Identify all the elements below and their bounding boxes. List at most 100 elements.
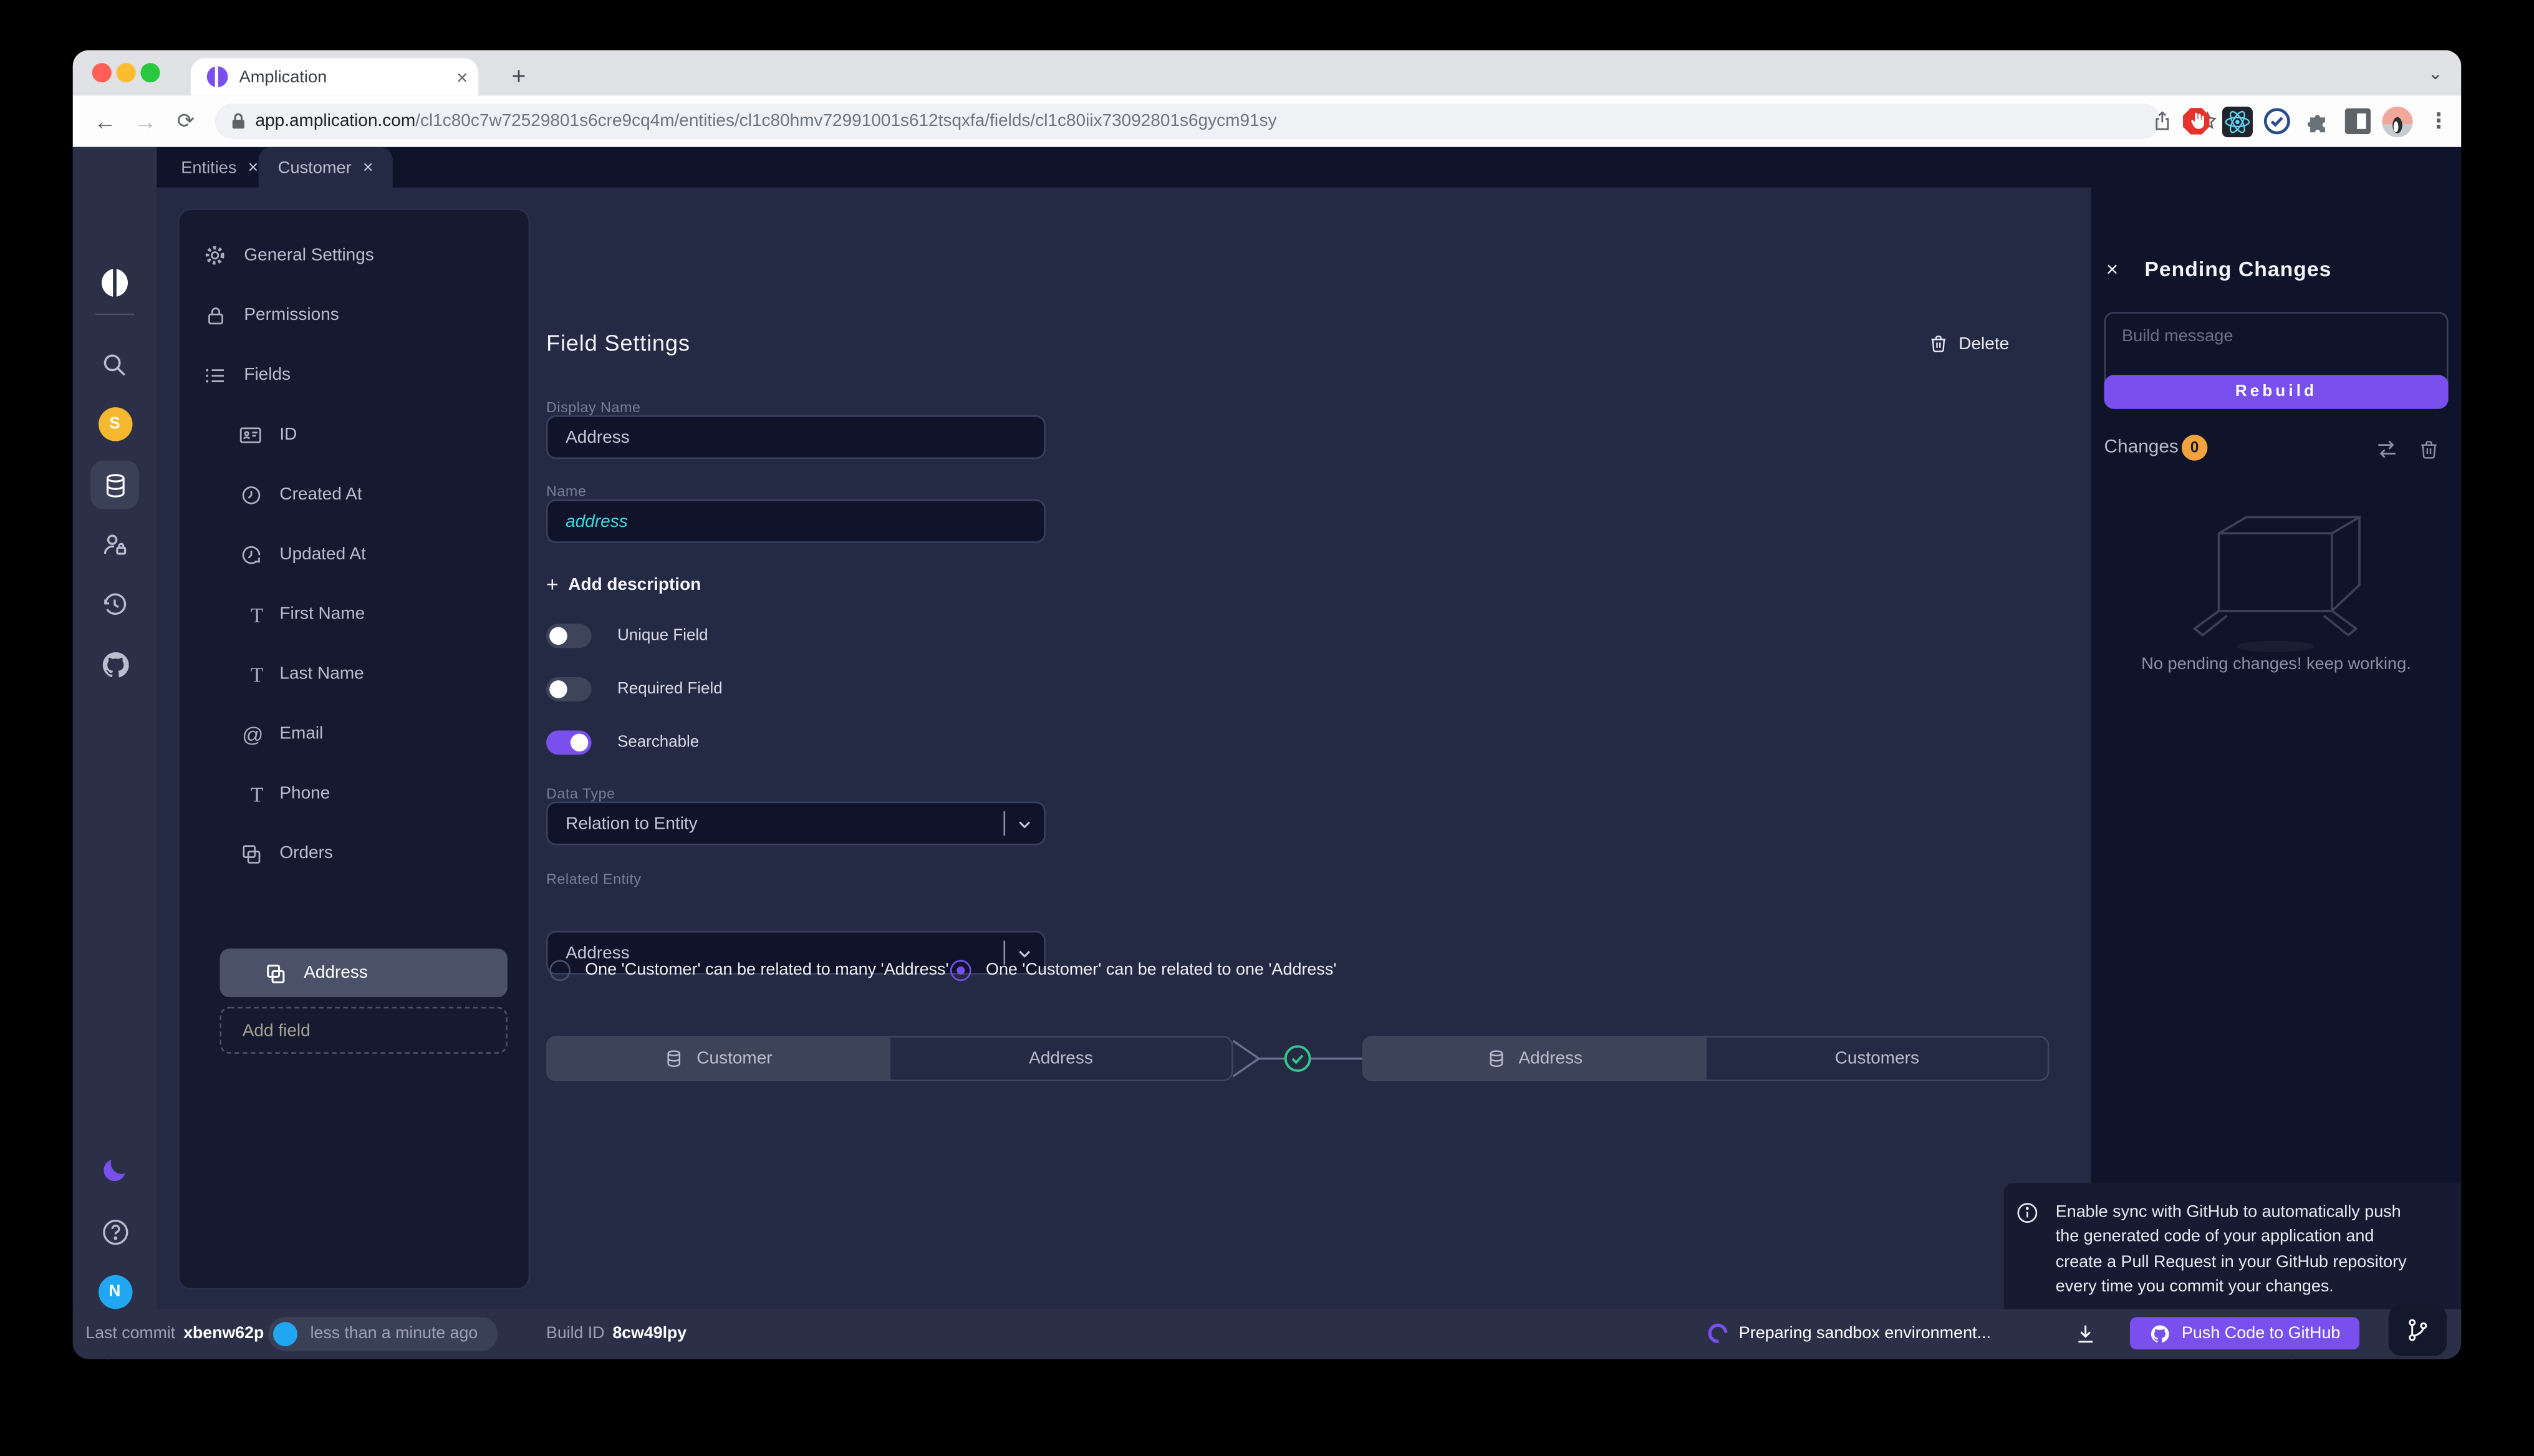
entity-menu-panel: General Settings Permissions Fields (178, 208, 530, 1290)
radio-unselected-icon[interactable] (549, 960, 571, 981)
extensions-puzzle-icon[interactable] (2296, 100, 2338, 142)
address-bar[interactable]: app.amplication.com/cl1c80c7w72529801s6c… (215, 104, 2161, 139)
empty-box-illustration (2179, 501, 2373, 656)
name-input[interactable] (546, 499, 1046, 543)
sidebar-item-commits-history-icon[interactable] (73, 580, 157, 629)
relation-cell-address-entity[interactable]: Address (1364, 1038, 1705, 1079)
empty-state-message: No pending changes! keep working. (2091, 655, 2462, 674)
searchable-toggle[interactable] (546, 730, 592, 755)
sidebar-item-entities[interactable] (90, 461, 139, 509)
traffic-maximize-button[interactable] (140, 63, 160, 82)
git-branch-icon (2405, 1317, 2430, 1343)
tab-customer-close-icon[interactable]: × (363, 158, 373, 177)
unique-field-toggle-row: Unique Field (546, 624, 708, 648)
pending-changes-title: Pending Changes (2144, 257, 2331, 281)
relation-cell-customers-field[interactable]: Customers (1705, 1038, 2047, 1079)
radio-selected-icon[interactable] (950, 960, 971, 981)
status-bar: Last commit xbenw62p less than a minute … (73, 1309, 2462, 1359)
required-field-toggle-row: Required Field (546, 677, 723, 701)
menu-item-general-settings[interactable]: General Settings (180, 231, 529, 280)
check-circle-extension-icon[interactable] (2256, 100, 2298, 142)
adblock-extension-icon[interactable] (2175, 100, 2217, 142)
display-name-label: Display Name (546, 399, 640, 415)
clock-update-icon (180, 542, 264, 567)
build-message-input[interactable] (2106, 314, 2447, 372)
entity-content: General Settings Permissions Fields (157, 188, 2091, 1309)
pending-changes-close-icon[interactable]: × (2101, 257, 2123, 279)
menu-item-field-phone[interactable]: T Phone (180, 769, 529, 818)
traffic-close-button[interactable] (92, 63, 112, 82)
help-icon[interactable] (73, 1207, 157, 1256)
menu-item-field-email[interactable]: @ Email (180, 710, 529, 758)
compare-changes-icon[interactable] (2374, 436, 2399, 462)
download-build-icon[interactable] (2072, 1321, 2099, 1348)
delete-field-button[interactable]: Delete (1928, 333, 2009, 354)
menu-item-permissions[interactable]: Permissions (180, 291, 529, 340)
relation-cell-customer[interactable]: Customer (548, 1038, 889, 1079)
new-tab-button[interactable]: + (499, 57, 538, 95)
add-description-button[interactable]: + Add description (546, 572, 701, 596)
github-icon (2149, 1323, 2170, 1344)
required-field-toggle[interactable] (546, 677, 592, 701)
screenshot-stage: Amplication × + ⌄ ← → ⟳ app.amplication.… (0, 0, 2534, 1456)
menu-item-fields[interactable]: Fields (180, 350, 529, 399)
text-field-icon: T (180, 783, 264, 804)
build-status-text: Preparing sandbox environment... (1739, 1309, 1991, 1359)
user-avatar[interactable]: N (73, 1267, 157, 1316)
forward-button[interactable]: → (126, 95, 165, 147)
discard-changes-trash-icon[interactable] (2416, 436, 2442, 462)
relation-left-entity-box: Customer Address (546, 1036, 1233, 1081)
related-entity-label: Related Entity (546, 871, 642, 887)
github-icon[interactable] (73, 640, 157, 688)
tab-entities-close-icon[interactable]: × (248, 158, 259, 177)
list-icon (180, 363, 228, 387)
last-commit-id: xbenw62p (183, 1325, 264, 1343)
menu-item-field-id[interactable]: ID (180, 410, 529, 459)
app-sidebar: S (73, 147, 157, 1309)
share-icon[interactable] (2151, 110, 2174, 132)
menu-item-field-orders[interactable]: Orders (180, 829, 529, 878)
build-id-value: 8cw49lpy (612, 1325, 686, 1343)
relation-option-one[interactable]: One 'Customer' can be related to one 'Ad… (950, 960, 1337, 981)
traffic-minimize-button[interactable] (117, 63, 136, 82)
tab-customer[interactable]: Customer × (259, 147, 393, 188)
build-id-label: Build ID (546, 1325, 604, 1343)
search-icon[interactable] (73, 341, 157, 390)
back-button[interactable]: ← (85, 95, 124, 147)
last-commit-label: Last commit (85, 1325, 175, 1343)
tab-close-icon[interactable]: × (450, 58, 475, 95)
unique-field-toggle[interactable] (546, 624, 592, 648)
commit-graph-button[interactable] (2389, 1304, 2447, 1356)
side-panel-icon[interactable] (2337, 100, 2379, 142)
tab-search-chevron-icon[interactable]: ⌄ (2416, 54, 2455, 92)
text-field-icon: T (180, 604, 264, 625)
reload-button[interactable]: ⟳ (166, 95, 205, 147)
push-code-to-github-button[interactable]: Push Code to GitHub (2130, 1317, 2360, 1349)
browser-menu-icon[interactable]: ⋮ (2419, 95, 2458, 147)
dark-mode-moon-icon[interactable] (73, 1146, 157, 1195)
menu-item-field-updated-at[interactable]: Updated At (180, 530, 529, 579)
lock-icon (180, 303, 228, 327)
menu-item-field-last-name[interactable]: T Last Name (180, 650, 529, 698)
relation-option-many[interactable]: One 'Customer' can be related to many 'A… (549, 960, 948, 981)
profile-avatar[interactable] (2376, 100, 2417, 142)
sidebar-item-roles[interactable] (73, 521, 157, 569)
database-icon (664, 1049, 683, 1068)
url-domain: app.amplication.com (256, 112, 416, 131)
menu-item-field-created-at[interactable]: Created At (180, 470, 529, 519)
rebuild-button[interactable]: Rebuild (2104, 375, 2449, 408)
add-field-button[interactable]: Add field (219, 1007, 507, 1054)
react-devtools-extension-icon[interactable] (2215, 100, 2257, 142)
menu-item-field-first-name[interactable]: T First Name (180, 590, 529, 639)
database-icon (90, 461, 139, 509)
relation-cell-address-field[interactable]: Address (889, 1038, 1231, 1079)
workspace-avatar[interactable]: S (73, 399, 157, 448)
menu-item-field-address-selected[interactable]: Address (219, 948, 507, 997)
url-path: /cl1c80c7w72529801s6cre9cq4m/entities/cl… (415, 112, 1276, 131)
browser-tab[interactable]: Amplication × (191, 58, 478, 95)
commit-author-avatar (273, 1322, 297, 1346)
workspace-tabbar: Entities × Customer × (157, 147, 2091, 188)
display-name-input[interactable] (546, 415, 1046, 459)
commit-time-pill[interactable]: less than a minute ago (268, 1317, 497, 1351)
data-type-select[interactable]: Relation to Entity (546, 802, 1046, 846)
